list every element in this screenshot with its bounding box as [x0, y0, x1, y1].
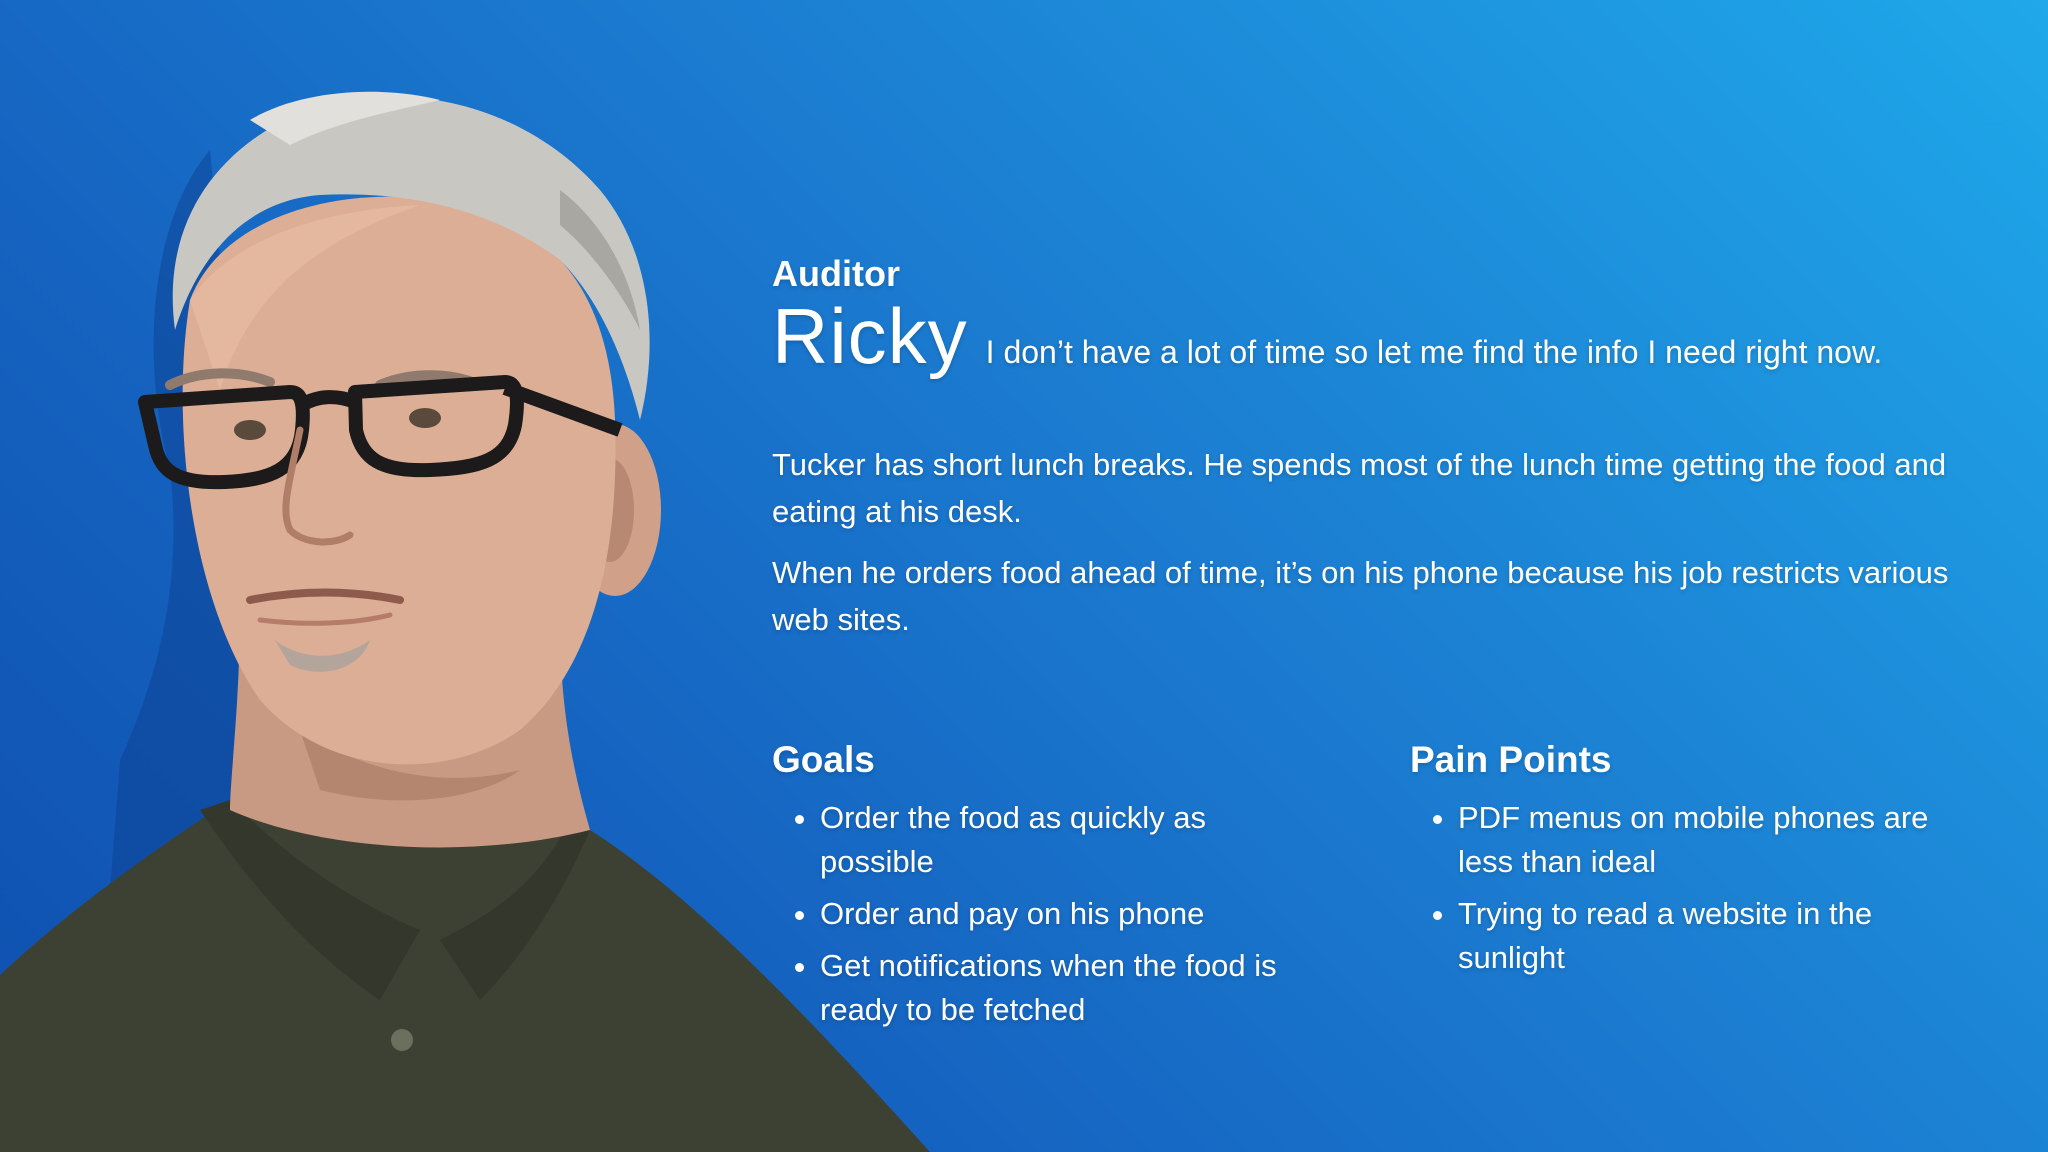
description-paragraph: Tucker has short lunch breaks. He spends… [772, 447, 1947, 530]
persona-description: Tucker has short lunch breaks. He spends… [772, 441, 1972, 643]
pain-point-item: PDF menus on mobile phones are less than… [1458, 796, 1970, 884]
goals-section: Goals Order the food as quickly as possi… [772, 738, 1312, 1040]
goals-list: Order the food as quickly as possible Or… [772, 796, 1312, 1032]
name-row: Ricky I don’t have a lot of time so let … [772, 297, 2002, 375]
pain-point-item: Trying to read a website in the sunlight [1458, 892, 1970, 980]
persona-role: Auditor [772, 253, 900, 294]
goals-heading: Goals [772, 739, 875, 780]
persona-details: Auditor Ricky I don’t have a lot of time… [772, 252, 2002, 1027]
description-paragraph: When he orders food ahead of time, it’s … [772, 555, 1949, 638]
goal-item: Order the food as quickly as possible [820, 796, 1312, 884]
goal-item: Order and pay on his phone [820, 892, 1312, 936]
shirt-button [391, 1029, 413, 1051]
persona-name: Ricky [772, 292, 968, 381]
pain-points-heading: Pain Points [1410, 739, 1612, 780]
goal-item: Get notifications when the food is ready… [820, 944, 1312, 1032]
pain-points-list: PDF menus on mobile phones are less than… [1410, 796, 1970, 980]
pain-points-section: Pain Points PDF menus on mobile phones a… [1410, 738, 1970, 988]
persona-quote: I don’t have a lot of time so let me fin… [985, 334, 1883, 371]
